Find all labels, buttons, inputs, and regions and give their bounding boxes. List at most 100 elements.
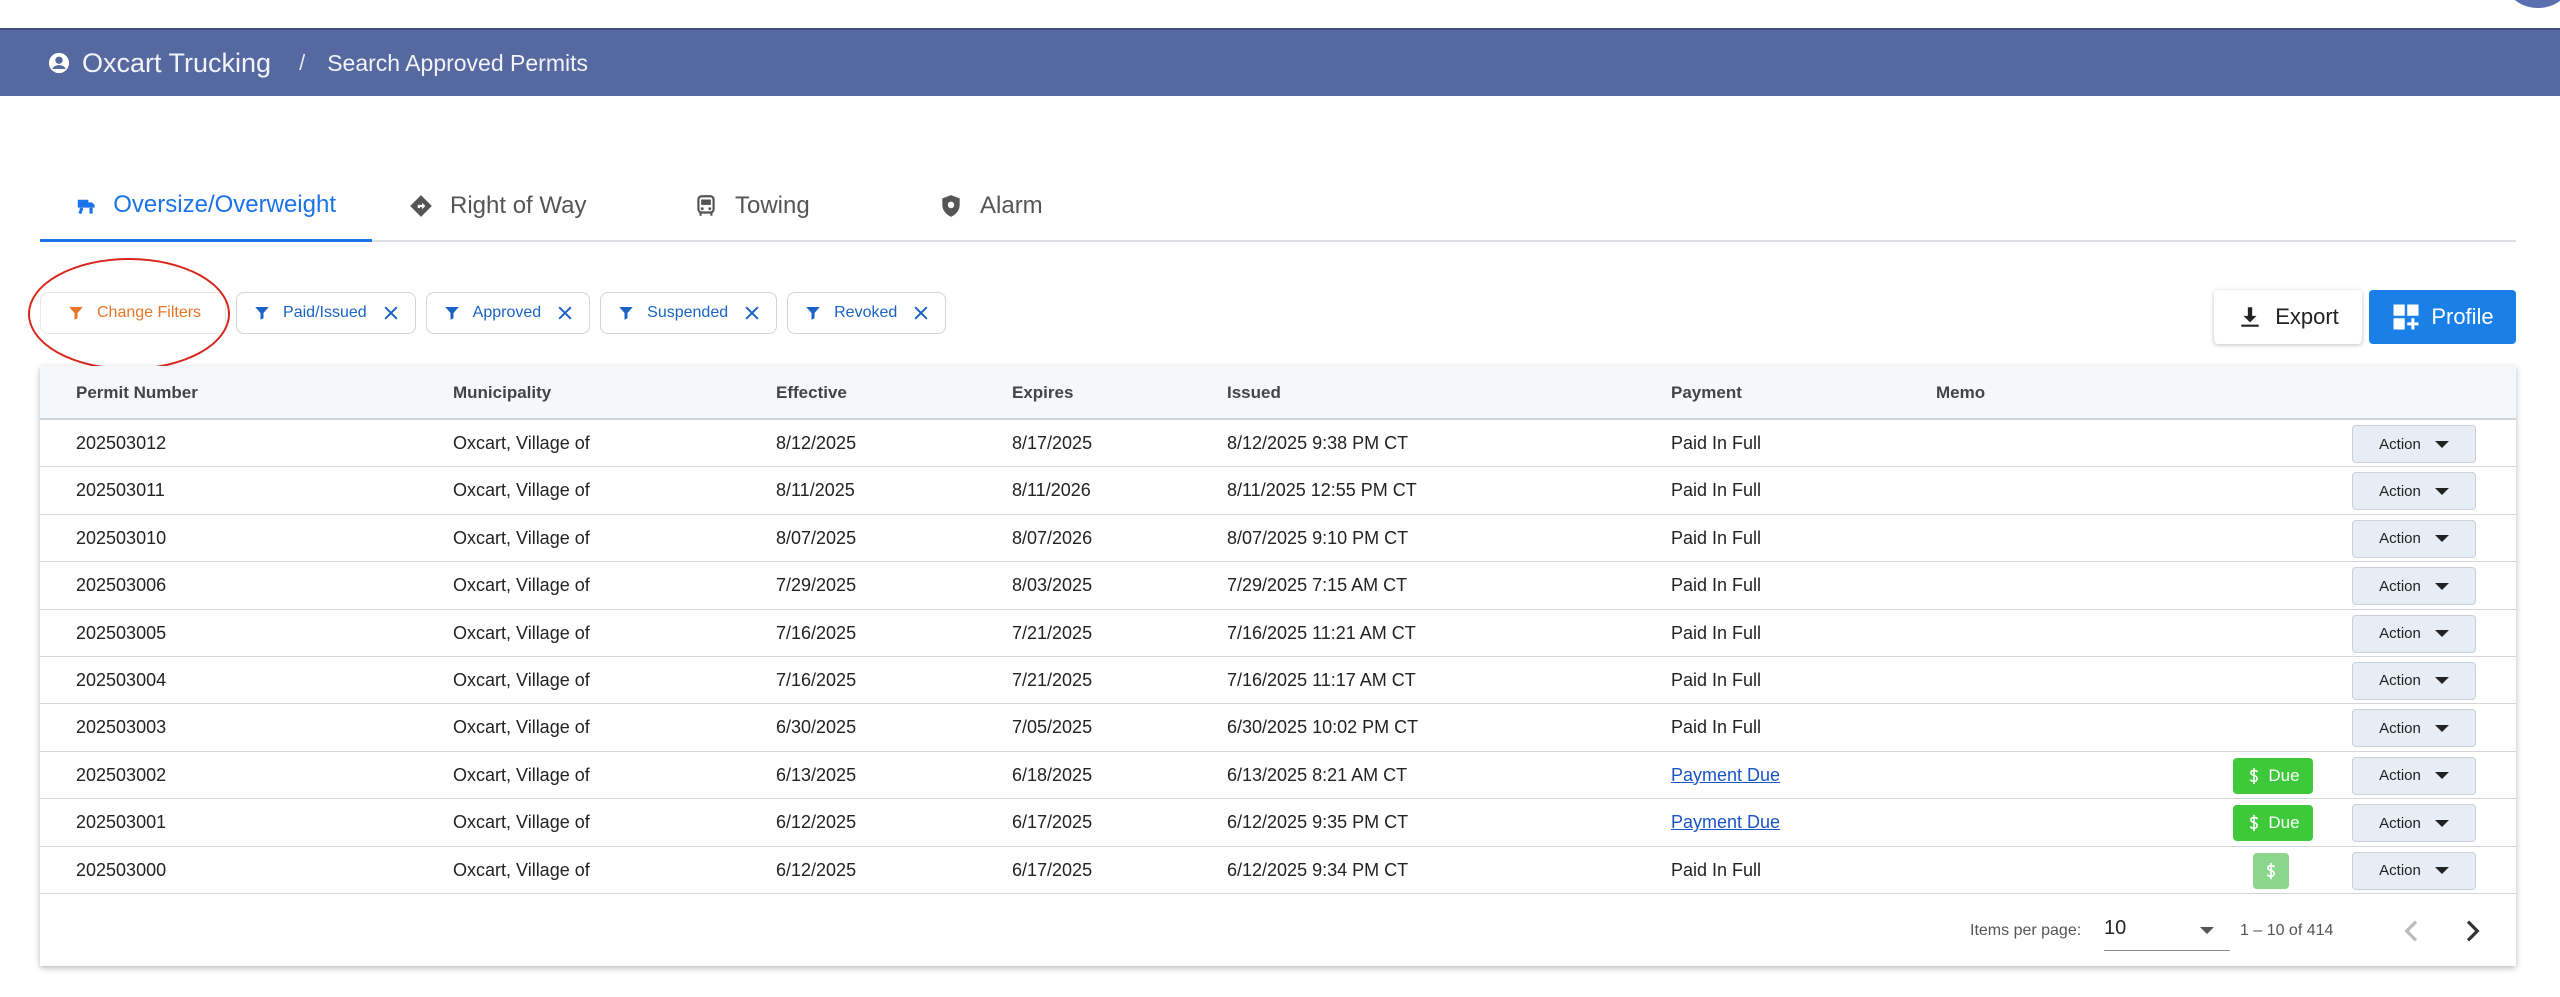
dollar-icon xyxy=(2266,862,2276,879)
table-row[interactable]: 202503002 Oxcart, Village of 6/13/2025 6/18… xyxy=(40,752,2516,800)
diamond-direction-icon xyxy=(410,195,432,217)
cell-payment: Paid In Full xyxy=(1671,575,1762,596)
cell-payment[interactable]: Payment Due xyxy=(1671,752,1780,799)
action-dropdown-button[interactable]: Action xyxy=(2352,661,2476,700)
caret-down-icon xyxy=(2434,582,2449,590)
caret-down-icon xyxy=(2434,772,2449,780)
caret-down-icon xyxy=(2434,487,2449,495)
breadcrumb-current: Search Approved Permits xyxy=(327,49,588,76)
tow-vehicle-icon xyxy=(697,195,715,216)
cell-municipality: Oxcart, Village of xyxy=(453,527,590,548)
table-row[interactable]: 202503004 Oxcart, Village of 7/16/2025 7/21… xyxy=(40,657,2516,705)
cell-expires: 8/11/2026 xyxy=(1012,480,1091,501)
action-dropdown-button[interactable]: Action xyxy=(2352,519,2476,558)
tab-oversize-overweight[interactable]: Oversize/Overweight xyxy=(40,170,372,242)
caret-down-icon xyxy=(2434,630,2449,638)
action-label: Action xyxy=(2379,672,2421,690)
cell-issued: 7/16/2025 11:17 AM CT xyxy=(1227,669,1416,690)
export-button[interactable]: Export xyxy=(2214,290,2362,344)
cell-permit-number: 202503003 xyxy=(76,717,167,738)
payment-due-button[interactable]: Due xyxy=(2233,757,2313,794)
table-row[interactable]: 202503005 Oxcart, Village of 7/16/2025 7/21… xyxy=(40,610,2516,657)
change-filters-label: Change Filters xyxy=(97,304,202,321)
table-row[interactable]: 202503003 Oxcart, Village of 6/30/2025 7/05… xyxy=(40,704,2516,752)
cell-payment: Paid In Full xyxy=(1671,527,1762,548)
items-per-page-select[interactable]: 10 xyxy=(2104,911,2230,951)
cell-municipality: Oxcart, Village of xyxy=(453,480,590,501)
filter-chip-suspended[interactable]: Suspended xyxy=(600,292,778,334)
cell-effective: 7/29/2025 xyxy=(776,575,857,596)
action-label: Action xyxy=(2379,530,2421,548)
caret-down-icon xyxy=(2434,440,2449,448)
filter-chip-label: Approved xyxy=(472,304,542,321)
action-dropdown-button[interactable]: Action xyxy=(2352,804,2476,843)
cell-issued: 6/12/2025 9:34 PM CT xyxy=(1227,859,1409,880)
payment-due-button[interactable]: Due xyxy=(2233,805,2313,842)
action-dropdown-button[interactable]: Action xyxy=(2352,709,2476,748)
column-header-effective[interactable]: Effective xyxy=(776,366,847,420)
close-icon[interactable] xyxy=(911,303,931,323)
column-header-permit-number[interactable]: Permit Number xyxy=(76,366,198,420)
filter-chip-revoked[interactable]: Revoked xyxy=(787,292,947,334)
table-row[interactable]: 202503012 Oxcart, Village of 8/12/2025 8/17… xyxy=(40,420,2516,468)
cell-effective: 8/12/2025 xyxy=(776,433,857,453)
cell-municipality: Oxcart, Village of xyxy=(453,669,590,690)
tab-label: Alarm xyxy=(980,192,1043,219)
cell-permit-number: 202503012 xyxy=(76,433,167,453)
table-row[interactable]: 202503006 Oxcart, Village of 7/29/2025 8/03… xyxy=(40,562,2516,610)
action-dropdown-button[interactable]: Action xyxy=(2352,756,2476,795)
cell-permit-number: 202503004 xyxy=(76,669,167,690)
cell-municipality: Oxcart, Village of xyxy=(453,812,590,833)
column-header-municipality[interactable]: Municipality xyxy=(453,366,551,420)
cell-effective: 8/11/2025 xyxy=(776,480,855,501)
table-row[interactable]: 202503010 Oxcart, Village of 8/07/2025 8/07… xyxy=(40,515,2516,563)
column-header-memo[interactable]: Memo xyxy=(1936,366,1985,420)
action-dropdown-button[interactable]: Action xyxy=(2352,425,2476,463)
tab-towing[interactable]: Towing xyxy=(657,170,902,242)
action-label: Action xyxy=(2379,435,2421,453)
column-header-expires[interactable]: Expires xyxy=(1012,366,1073,420)
cell-expires: 7/05/2025 xyxy=(1012,717,1093,738)
cell-payment: Paid In Full xyxy=(1671,717,1762,738)
page-range: 1 – 10 of 414 xyxy=(2240,922,2334,939)
action-label: Action xyxy=(2379,482,2421,500)
filter-chip-paid-issued[interactable]: Paid/Issued xyxy=(236,292,416,334)
cell-permit-number: 202503000 xyxy=(76,859,167,880)
table-row[interactable]: 202503011 Oxcart, Village of 8/11/2025 8/11… xyxy=(40,467,2516,515)
change-filters-button[interactable]: Change Filters xyxy=(40,292,227,334)
table-row[interactable]: 202503000 Oxcart, Village of 6/12/2025 6/17… xyxy=(40,847,2516,894)
cell-payment: Paid In Full xyxy=(1671,669,1762,690)
chevron-right-icon[interactable] xyxy=(2456,915,2488,947)
profile-button[interactable]: Profile xyxy=(2369,290,2516,344)
user-avatar[interactable] xyxy=(2506,0,2560,8)
action-dropdown-button[interactable]: Action xyxy=(2352,567,2476,606)
cell-payment[interactable]: Payment Due xyxy=(1671,799,1780,846)
cell-permit-number: 202503002 xyxy=(76,764,167,785)
action-dropdown-button[interactable]: Action xyxy=(2352,472,2476,511)
payment-paid-button[interactable] xyxy=(2253,852,2289,889)
truck-icon xyxy=(77,199,95,214)
table-row[interactable]: 202503001 Oxcart, Village of 6/12/2025 6/17… xyxy=(40,799,2516,847)
filter-icon xyxy=(806,307,820,320)
cell-effective: 6/13/2025 xyxy=(776,764,857,785)
filter-chip-approved[interactable]: Approved xyxy=(425,292,591,334)
close-icon[interactable] xyxy=(555,303,575,323)
tab-alarm[interactable]: Alarm xyxy=(902,170,1122,242)
action-label: Action xyxy=(2379,767,2421,785)
column-header-payment[interactable]: Payment xyxy=(1671,366,1742,420)
cell-issued: 7/16/2025 11:21 AM CT xyxy=(1227,622,1416,643)
close-icon[interactable] xyxy=(381,303,401,323)
close-icon[interactable] xyxy=(742,303,762,323)
cell-issued: 8/12/2025 9:38 PM CT xyxy=(1227,433,1409,453)
action-dropdown-button[interactable]: Action xyxy=(2352,614,2476,653)
cell-effective: 7/16/2025 xyxy=(776,669,857,690)
cell-expires: 8/07/2026 xyxy=(1012,527,1093,548)
chevron-left-icon[interactable] xyxy=(2396,915,2428,947)
column-header-issued[interactable]: Issued xyxy=(1227,366,1281,420)
cell-expires: 7/21/2025 xyxy=(1012,622,1093,643)
app-header: Oxcart Trucking / Search Approved Permit… xyxy=(0,30,2560,96)
cell-expires: 6/18/2025 xyxy=(1012,764,1093,785)
tab-right-of-way[interactable]: Right of Way xyxy=(372,170,657,242)
brand-name[interactable]: Oxcart Trucking xyxy=(82,48,271,79)
action-dropdown-button[interactable]: Action xyxy=(2352,851,2476,890)
